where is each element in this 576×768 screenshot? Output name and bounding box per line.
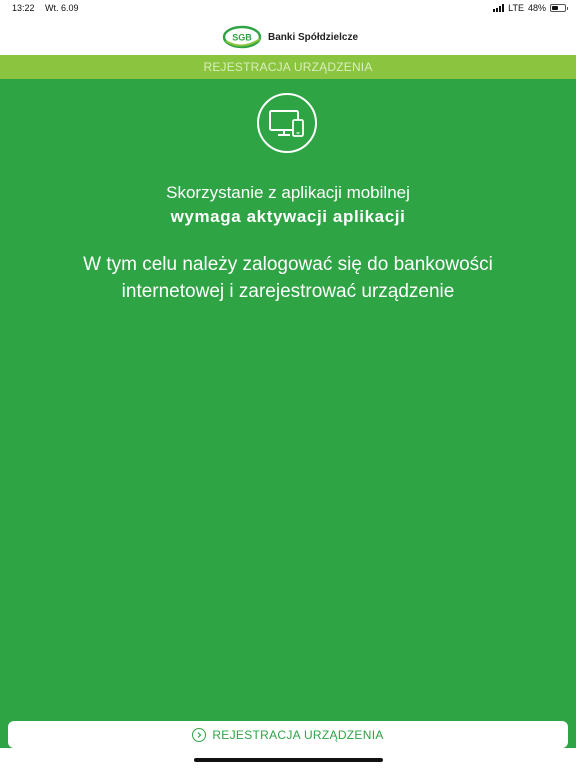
devices-icon: [257, 93, 317, 153]
brand-name: Banki Spółdzielcze: [268, 31, 359, 43]
logo-mark: SGB: [232, 33, 252, 43]
register-device-button[interactable]: REJESTRACJA URZĄDZENIA: [8, 721, 568, 748]
home-indicator[interactable]: [194, 758, 383, 762]
instruction-text: W tym celu należy zalogować się do banko…: [0, 251, 576, 305]
status-bar: 13:22 Wt. 6.09 LTE 48%: [0, 0, 576, 16]
status-time: 13:22: [12, 3, 35, 13]
info-text-line1: Skorzystanie z aplikacji mobilnej: [166, 183, 410, 202]
app-header: SGB Banki Spółdzielcze: [0, 16, 576, 55]
sgb-logo-icon: SGB: [222, 25, 262, 49]
section-title-bar: REJESTRACJA URZĄDZENIA: [0, 55, 576, 79]
instruction-line2: internetowej i zarejestrować urządzenie: [121, 281, 455, 302]
status-date: Wt. 6.09: [45, 3, 79, 13]
battery-icon: [550, 4, 568, 12]
instruction-line1: W tym celu należy zalogować się do banko…: [83, 254, 493, 275]
battery-level: [552, 6, 558, 10]
chevron-right-icon: [192, 727, 207, 742]
network-type: LTE: [508, 3, 524, 13]
section-title: REJESTRACJA URZĄDZENIA: [203, 60, 373, 74]
info-text-line2-bold: wymaga aktywacji aplikacji: [170, 207, 406, 226]
battery-percent: 48%: [527, 3, 546, 13]
register-device-button-label: REJESTRACJA URZĄDZENIA: [212, 727, 384, 742]
signal-icon: [493, 4, 505, 12]
bank-logo: SGB Banki Spółdzielcze: [222, 25, 358, 49]
